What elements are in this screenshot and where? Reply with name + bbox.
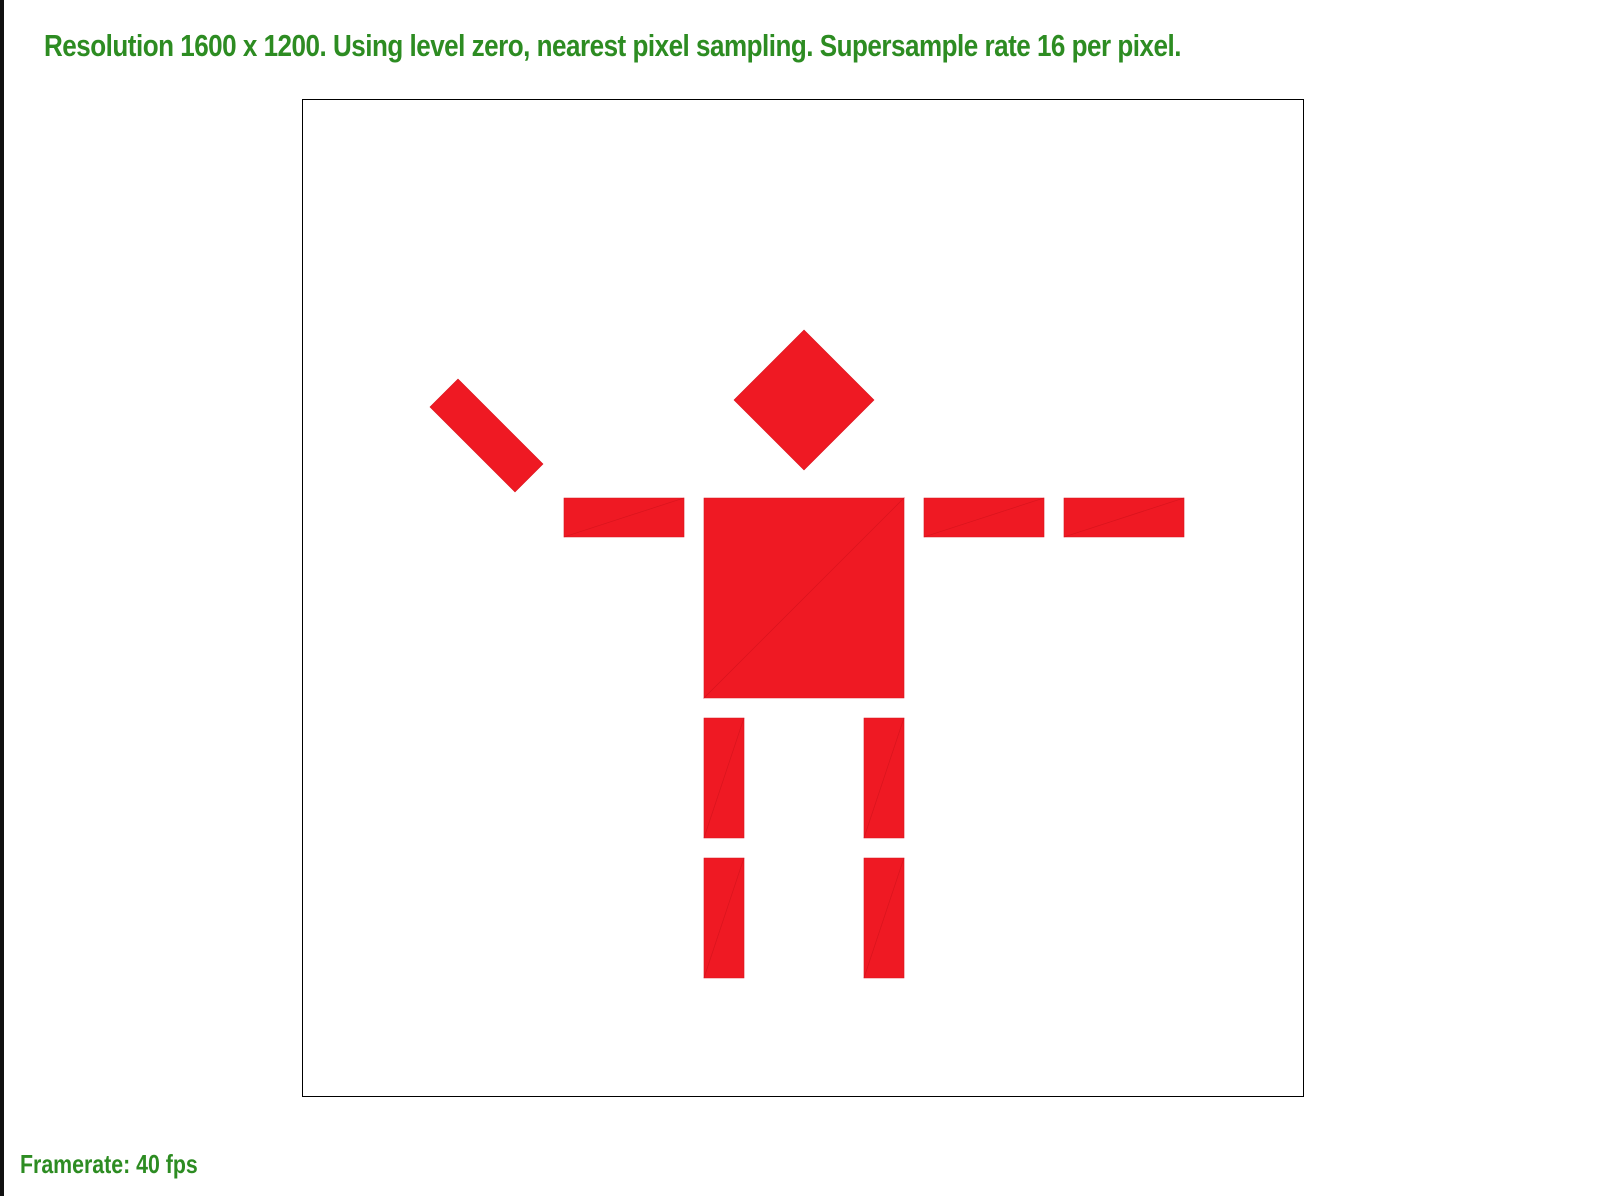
left-raised-arm	[429, 378, 544, 493]
stick-figure	[429, 329, 1185, 979]
resolution-status: Resolution 1600 x 1200. Using level zero…	[44, 28, 1181, 63]
window-left-edge	[0, 0, 4, 1196]
head-diamond	[733, 329, 875, 471]
framerate-readout: Framerate: 40 fps	[20, 1149, 198, 1179]
render-canvas[interactable]	[303, 100, 1303, 1096]
render-viewport[interactable]	[302, 99, 1304, 1097]
